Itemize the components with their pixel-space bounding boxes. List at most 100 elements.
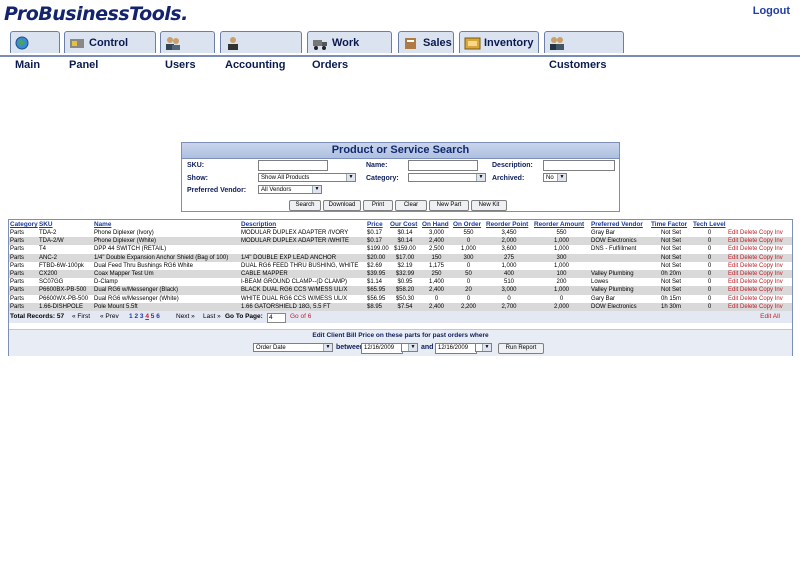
new-kit-button[interactable]: New Kit <box>471 200 507 211</box>
name-input[interactable] <box>408 160 478 171</box>
col-reorder-point[interactable]: Reorder Point <box>485 220 533 229</box>
col-preferred-vendor[interactable]: Preferred Vendor <box>590 220 650 229</box>
search-button[interactable]: Search <box>289 200 321 211</box>
row-action-edit[interactable]: Edit <box>728 263 738 269</box>
tab-sales[interactable]: Sales <box>398 31 454 53</box>
calendar-button-to[interactable]: ▼ <box>475 343 492 352</box>
row-action-edit[interactable]: Edit <box>728 255 738 261</box>
col-category[interactable]: Category <box>9 220 38 229</box>
run-report-button[interactable]: Run Report <box>498 343 544 354</box>
description-input[interactable] <box>543 160 615 171</box>
row-action-delete[interactable]: Delete <box>740 246 757 252</box>
page-link[interactable]: 5 <box>151 313 155 320</box>
col-price[interactable]: Price <box>366 220 389 229</box>
row-action-inv[interactable]: Inv <box>775 271 783 277</box>
row-action-copy[interactable]: Copy <box>759 263 773 269</box>
row-action-delete[interactable]: Delete <box>740 238 757 244</box>
edit-all-link[interactable]: Edit All <box>760 311 780 323</box>
row-action-delete[interactable]: Delete <box>740 230 757 236</box>
cell-on-order: 0 <box>466 262 471 269</box>
row-action-delete[interactable]: Delete <box>740 255 757 261</box>
show-select[interactable]: Show All Products ▼ <box>258 173 356 182</box>
col-our-cost[interactable]: Our Cost <box>389 220 421 229</box>
date-to-input[interactable]: 12/16/2009 <box>435 343 477 354</box>
row-action-inv[interactable]: Inv <box>775 238 783 244</box>
tab-inventory[interactable]: Inventory <box>459 31 539 53</box>
col-reorder-amount[interactable]: Reorder Amount <box>533 220 590 229</box>
vendor-label: Preferred Vendor: <box>187 187 247 194</box>
row-action-inv[interactable]: Inv <box>775 263 783 269</box>
first-page-link[interactable]: « First <box>72 311 90 323</box>
tab-accounting[interactable]: Accounting <box>220 31 302 71</box>
col-sku[interactable]: SKU <box>38 220 93 229</box>
tab-control-panel[interactable]: Control Panel <box>64 31 156 71</box>
page-link[interactable]: 2 <box>134 313 138 320</box>
row-action-copy[interactable]: Copy <box>759 246 773 252</box>
row-action-edit[interactable]: Edit <box>728 296 738 302</box>
calendar-icon: ▼ <box>408 344 417 351</box>
last-page-link[interactable]: Last » <box>203 311 221 323</box>
date-field-select[interactable]: Order Date ▼ <box>253 343 333 352</box>
page-link[interactable]: 3 <box>140 313 144 320</box>
row-action-edit[interactable]: Edit <box>728 246 738 252</box>
row-action-delete[interactable]: Delete <box>740 263 757 269</box>
row-action-copy[interactable]: Copy <box>759 255 773 261</box>
col-time-factor[interactable]: Time Factor <box>650 220 692 229</box>
row-action-delete[interactable]: Delete <box>740 279 757 285</box>
print-button[interactable]: Print <box>363 200 393 211</box>
chevron-down-icon: ▼ <box>476 174 485 181</box>
col-name[interactable]: Name <box>93 220 240 229</box>
row-action-inv[interactable]: Inv <box>775 287 783 293</box>
archived-select[interactable]: No ▼ <box>543 173 567 182</box>
col-on-hand[interactable]: On Hand <box>421 220 452 229</box>
row-action-copy[interactable]: Copy <box>759 238 773 244</box>
row-action-copy[interactable]: Copy <box>759 296 773 302</box>
category-select[interactable]: ▼ <box>408 173 486 182</box>
vendor-select[interactable]: All Vendors ▼ <box>258 185 322 194</box>
row-action-edit[interactable]: Edit <box>728 230 738 236</box>
tab-customers[interactable]: Customers <box>544 31 624 71</box>
row-action-delete[interactable]: Delete <box>740 304 757 310</box>
row-action-inv[interactable]: Inv <box>775 246 783 252</box>
results-panel: Category SKU Name Description Price Our … <box>8 219 793 356</box>
next-page-link[interactable]: Next » <box>176 311 195 323</box>
tab-main[interactable]: Main <box>10 31 60 71</box>
row-action-copy[interactable]: Copy <box>759 279 773 285</box>
col-tech-level[interactable]: Tech Level <box>692 220 727 229</box>
row-action-inv[interactable]: Inv <box>775 230 783 236</box>
tab-work-orders[interactable]: Work Orders <box>307 31 392 71</box>
col-description[interactable]: Description <box>240 220 366 229</box>
row-action-edit[interactable]: Edit <box>728 304 738 310</box>
row-action-delete[interactable]: Delete <box>740 271 757 277</box>
page-link[interactable]: 6 <box>156 313 160 320</box>
row-action-delete[interactable]: Delete <box>740 287 757 293</box>
row-action-copy[interactable]: Copy <box>759 287 773 293</box>
goto-page-input[interactable]: 4 <box>267 312 286 323</box>
page-link[interactable]: 1 <box>129 313 133 320</box>
row-action-edit[interactable]: Edit <box>728 271 738 277</box>
row-action-inv[interactable]: Inv <box>775 304 783 310</box>
date-from-input[interactable]: 12/16/2009 <box>361 343 403 354</box>
download-button[interactable]: Download <box>323 200 361 211</box>
logout-link[interactable]: Logout <box>753 5 790 17</box>
row-action-edit[interactable]: Edit <box>728 279 738 285</box>
row-action-copy[interactable]: Copy <box>759 230 773 236</box>
row-action-inv[interactable]: Inv <box>775 255 783 261</box>
new-part-button[interactable]: New Part <box>429 200 469 211</box>
row-action-inv[interactable]: Inv <box>775 279 783 285</box>
cell-our-cost: $2.19 <box>397 262 413 269</box>
row-action-edit[interactable]: Edit <box>728 287 738 293</box>
row-action-edit[interactable]: Edit <box>728 238 738 244</box>
row-action-copy[interactable]: Copy <box>759 304 773 310</box>
prev-page-link[interactable]: « Prev <box>100 311 119 323</box>
row-action-copy[interactable]: Copy <box>759 271 773 277</box>
tab-users[interactable]: Users <box>160 31 215 71</box>
row-action-delete[interactable]: Delete <box>740 296 757 302</box>
row-action-inv[interactable]: Inv <box>775 296 783 302</box>
calendar-button-from[interactable]: ▼ <box>401 343 418 352</box>
col-on-order[interactable]: On Order <box>452 220 485 229</box>
cell-time-factor: Not Set <box>660 279 681 286</box>
cell-reorder-amount: 200 <box>556 279 567 286</box>
clear-button[interactable]: Clear <box>395 200 427 211</box>
sku-input[interactable] <box>258 160 328 171</box>
